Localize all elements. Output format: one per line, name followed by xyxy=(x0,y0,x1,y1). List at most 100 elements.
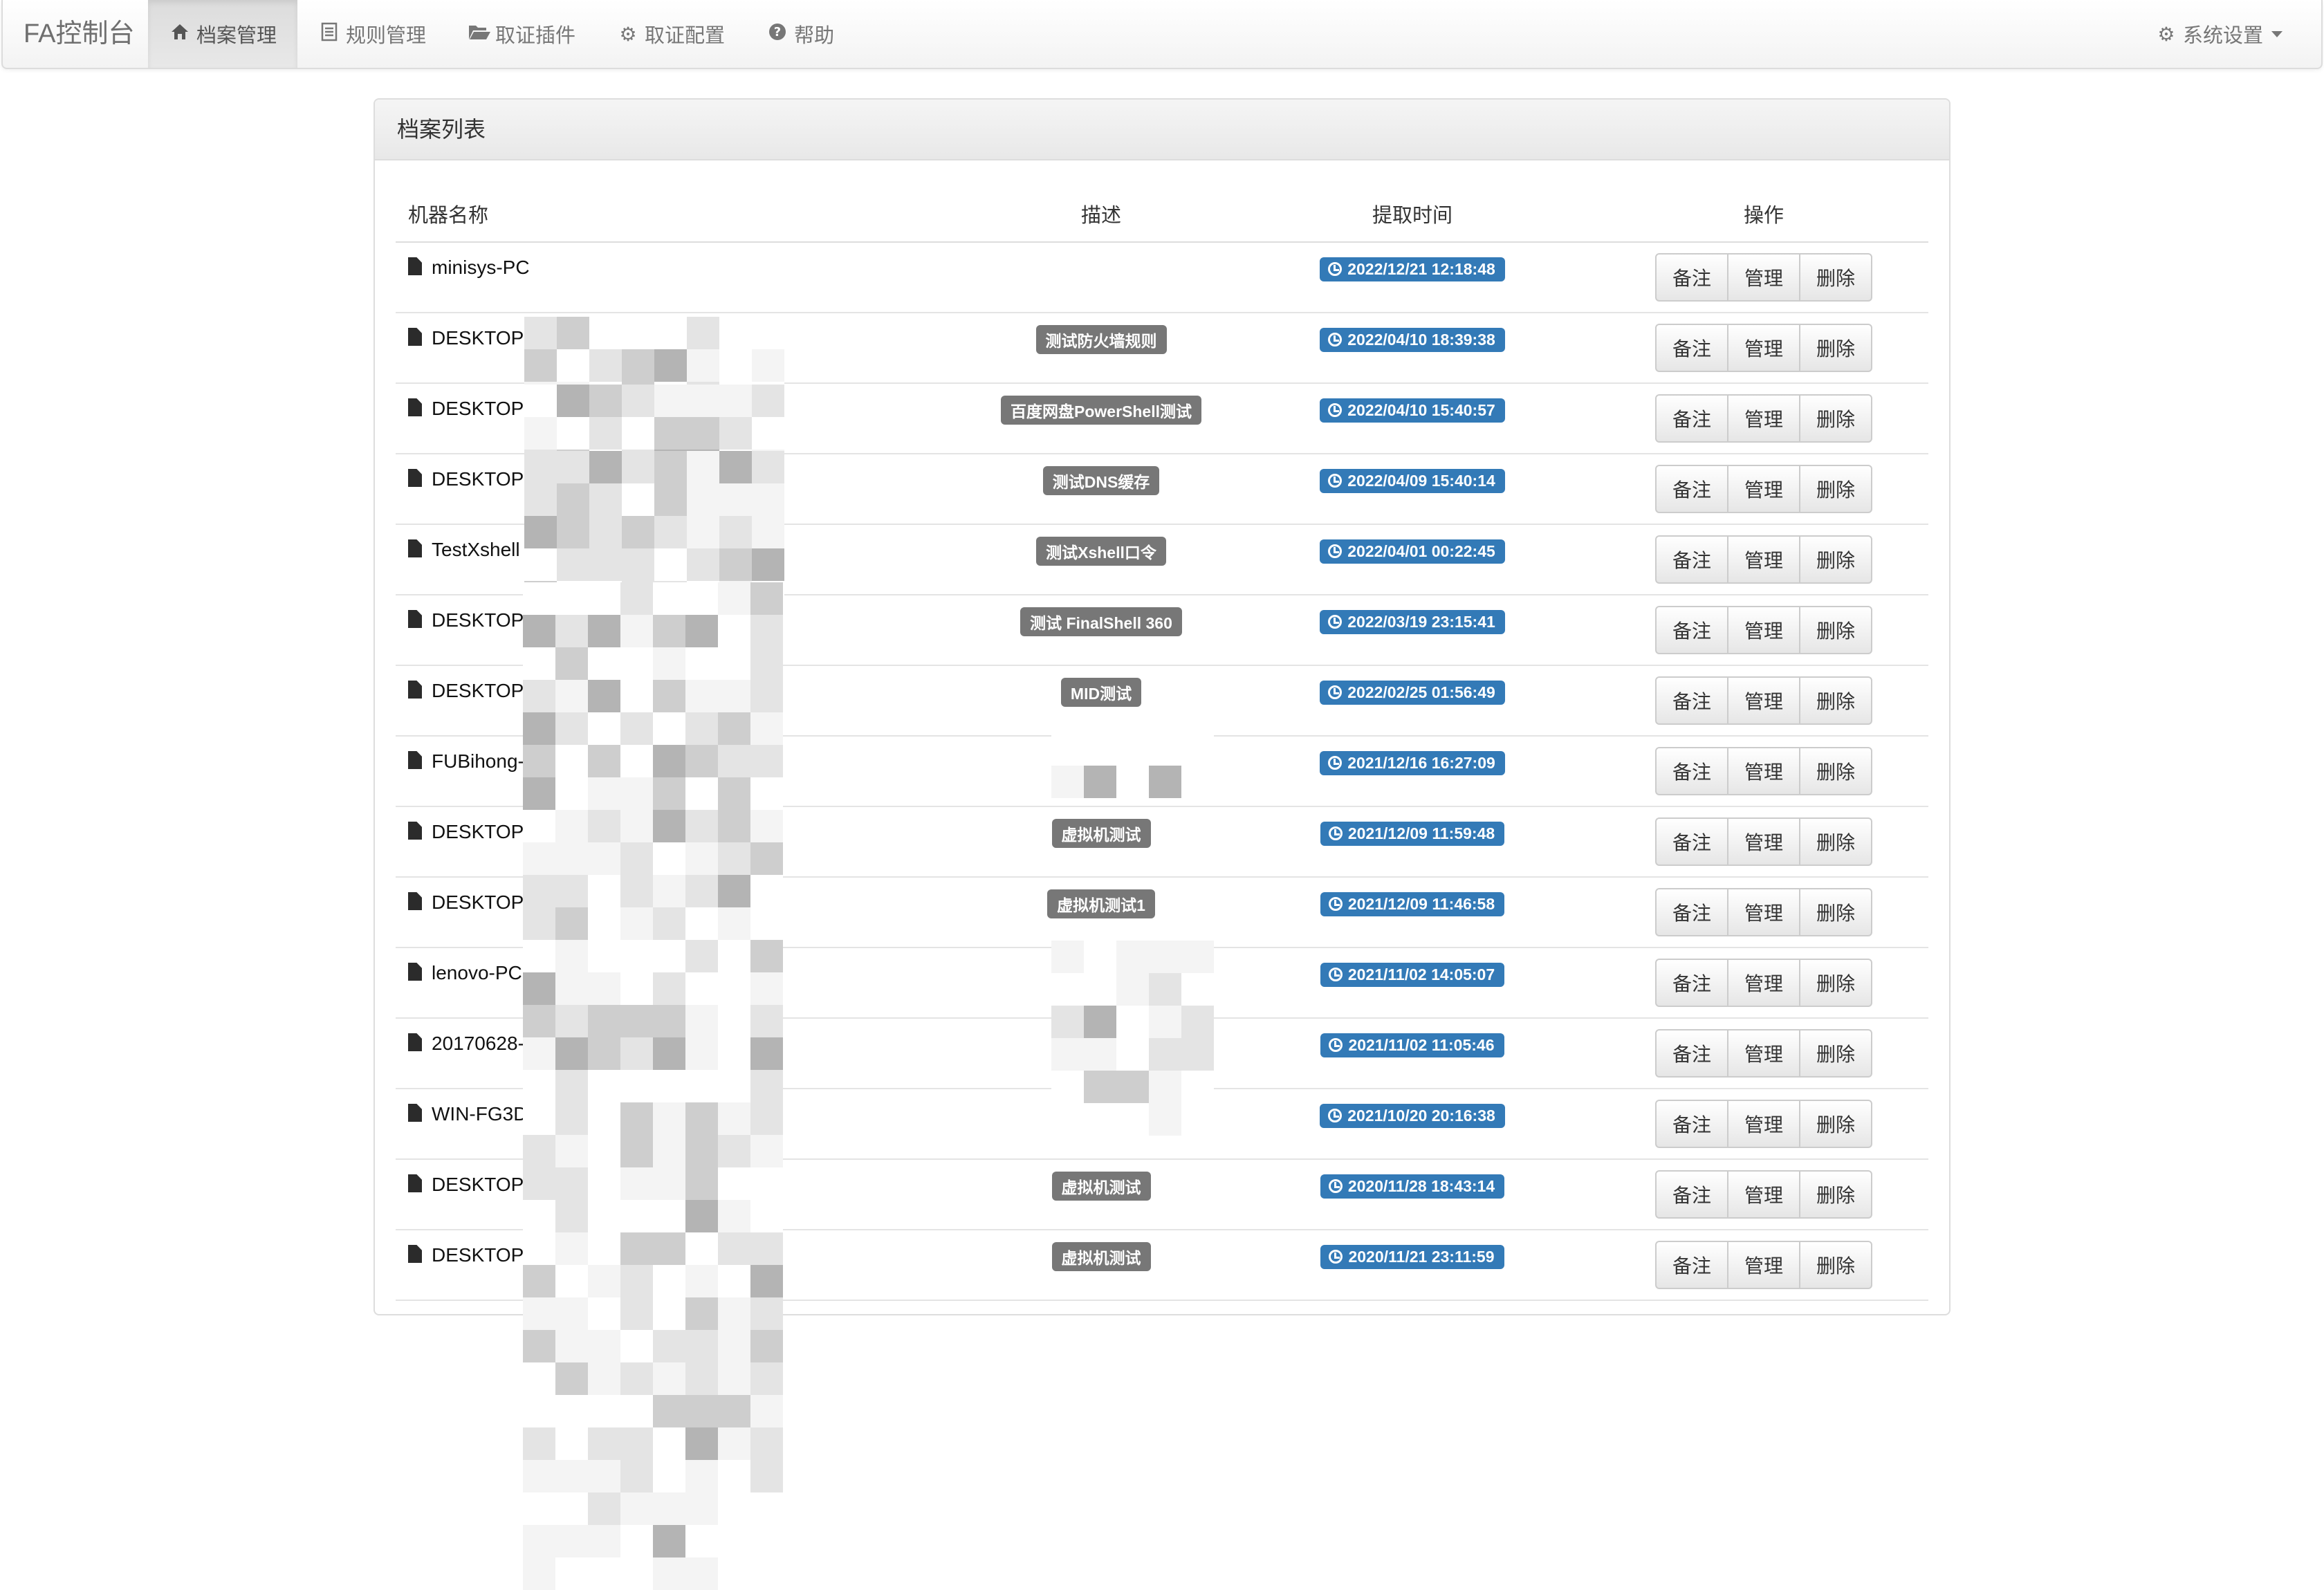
manage-button[interactable]: 管理 xyxy=(1727,888,1800,936)
delete-button[interactable]: 删除 xyxy=(1799,1100,1872,1148)
nav-item-rules[interactable]: 规则管理 xyxy=(297,0,447,68)
delete-button[interactable]: 删除 xyxy=(1799,1241,1872,1289)
file-icon xyxy=(408,398,422,416)
delete-button[interactable]: 删除 xyxy=(1799,535,1872,584)
nav-label: 帮助 xyxy=(794,25,835,47)
note-button[interactable]: 备注 xyxy=(1655,465,1728,513)
machine-name-cell: FUBihong- xyxy=(396,736,977,807)
panel-title: 档案列表 xyxy=(375,100,1949,160)
time-badge: 2021/10/20 20:16:38 xyxy=(1320,1103,1505,1128)
file-icon xyxy=(408,822,422,840)
delete-button[interactable]: 删除 xyxy=(1799,1029,1872,1078)
manage-button[interactable]: 管理 xyxy=(1727,1241,1800,1289)
time-text: 2022/12/21 12:18:48 xyxy=(1347,259,1495,278)
note-button[interactable]: 备注 xyxy=(1655,747,1728,795)
note-button[interactable]: 备注 xyxy=(1655,888,1728,936)
manage-button[interactable]: 管理 xyxy=(1727,1029,1800,1078)
delete-button[interactable]: 删除 xyxy=(1799,324,1872,372)
manage-button[interactable]: 管理 xyxy=(1727,959,1800,1007)
delete-button[interactable]: 删除 xyxy=(1799,959,1872,1007)
note-button[interactable]: 备注 xyxy=(1655,1241,1728,1289)
table-row: DESKTOP-4 测试防火墙规则 2022/04/10 18:39:38 备注 管理删… xyxy=(396,313,1928,384)
action-button-group: 备注 管理 删除 xyxy=(1655,888,1872,936)
note-button[interactable]: 备注 xyxy=(1655,324,1728,372)
archive-list-panel: 档案列表 机器名称 描述 提取时间 操作 minisys-PC 2022/12/2… xyxy=(374,98,1950,1315)
note-button[interactable]: 备注 xyxy=(1655,676,1728,725)
table-row: DESKTOP- 测试 FinalShell 360 2022/03/19 23:1… xyxy=(396,595,1928,666)
description-badge: 虚拟机测试 xyxy=(1051,819,1151,848)
file-icon xyxy=(408,539,422,557)
caret-down-icon xyxy=(2271,30,2282,37)
delete-button[interactable]: 删除 xyxy=(1799,253,1872,302)
table-row: DESKTOP- MID测试 2022/02/25 01:56:49 备注 管理 删除 xyxy=(396,665,1928,737)
brand-logo[interactable]: FA控制台 xyxy=(24,0,134,68)
manage-button[interactable]: 管理 xyxy=(1727,676,1800,725)
description-cell: 测试 FinalShell 360 xyxy=(977,595,1226,666)
file-icon xyxy=(408,1033,422,1051)
file-icon xyxy=(408,1174,422,1192)
description-badge: 百度网盘PowerShell测试 xyxy=(1001,396,1201,425)
delete-button[interactable]: 删除 xyxy=(1799,1170,1872,1219)
manage-button[interactable]: 管理 xyxy=(1727,324,1800,372)
time-badge: 2021/11/02 14:05:07 xyxy=(1320,962,1505,987)
extract-time-cell: 2021/12/09 11:59:48 xyxy=(1226,806,1599,878)
delete-button[interactable]: 删除 xyxy=(1799,394,1872,443)
time-badge: 2021/12/09 11:46:58 xyxy=(1320,891,1505,916)
delete-button[interactable]: 删除 xyxy=(1799,817,1872,866)
machine-name-cell: DESKTOP- xyxy=(396,1159,977,1230)
description-cell: 百度网盘PowerShell测试 xyxy=(977,383,1226,454)
manage-button[interactable]: 管理 xyxy=(1727,747,1800,795)
actions-cell: 备注 管理 删除 xyxy=(1599,524,1928,595)
actions-cell: 备注 管理 删除 xyxy=(1599,877,1928,948)
delete-button[interactable]: 删除 xyxy=(1799,676,1872,725)
delete-button[interactable]: 删除 xyxy=(1799,888,1872,936)
note-button[interactable]: 备注 xyxy=(1655,394,1728,443)
table-row: DESKTOP- 虚拟机测试 2020/11/21 23:11:59 备注 管理 删除 xyxy=(396,1230,1928,1301)
note-button[interactable]: 备注 xyxy=(1655,817,1728,866)
nav-item-config[interactable]: ⚙ 取证配置 xyxy=(596,0,746,68)
note-button[interactable]: 备注 xyxy=(1655,959,1728,1007)
delete-button[interactable]: 删除 xyxy=(1799,465,1872,513)
manage-button[interactable]: 管理 xyxy=(1727,817,1800,866)
manage-button[interactable]: 管理 xyxy=(1727,465,1800,513)
manage-button[interactable]: 管理 xyxy=(1727,253,1800,302)
manage-button[interactable]: 管理 xyxy=(1727,1100,1800,1148)
clock-icon xyxy=(1328,332,1343,346)
nav-item-archives[interactable]: 档案管理 xyxy=(148,0,298,68)
note-button[interactable]: 备注 xyxy=(1655,253,1728,302)
clock-icon xyxy=(1328,967,1343,981)
note-button[interactable]: 备注 xyxy=(1655,1100,1728,1148)
delete-button[interactable]: 删除 xyxy=(1799,606,1872,654)
description-cell: 虚拟机测试1 xyxy=(977,877,1226,948)
svg-text:?: ? xyxy=(774,25,781,39)
action-button-group: 备注 管理 删除 xyxy=(1655,817,1872,866)
action-button-group: 备注 管理 删除 xyxy=(1655,959,1872,1007)
delete-button[interactable]: 删除 xyxy=(1799,747,1872,795)
note-button[interactable]: 备注 xyxy=(1655,606,1728,654)
manage-button[interactable]: 管理 xyxy=(1727,1170,1800,1219)
nav-item-plugins[interactable]: 取证插件 xyxy=(447,0,596,68)
home-icon xyxy=(169,23,191,46)
manage-button[interactable]: 管理 xyxy=(1727,535,1800,584)
note-button[interactable]: 备注 xyxy=(1655,1170,1728,1219)
clock-icon xyxy=(1328,473,1343,488)
system-settings-dropdown[interactable]: ⚙ 系统设置 xyxy=(2155,0,2282,68)
extract-time-cell: 2022/02/25 01:56:49 xyxy=(1226,665,1599,737)
description-cell: 虚拟机测试 xyxy=(977,1159,1226,1230)
machine-name-cell: DESKTOP-9 xyxy=(396,454,977,525)
manage-button[interactable]: 管理 xyxy=(1727,394,1800,443)
file-icon xyxy=(408,610,422,628)
manage-button[interactable]: 管理 xyxy=(1727,606,1800,654)
note-button[interactable]: 备注 xyxy=(1655,535,1728,584)
nav-item-help[interactable]: ? 帮助 xyxy=(746,0,855,68)
description-badge: MID测试 xyxy=(1060,678,1142,707)
machine-name-cell: TestXshell xyxy=(396,524,977,595)
actions-cell: 备注 管理 删除 xyxy=(1599,313,1928,384)
time-text: 2021/10/20 20:16:38 xyxy=(1347,1106,1495,1125)
note-button[interactable]: 备注 xyxy=(1655,1029,1728,1078)
time-badge: 2020/11/21 23:11:59 xyxy=(1320,1244,1504,1269)
extract-time-cell: 2021/11/02 11:05:46 xyxy=(1226,1018,1599,1089)
file-icon xyxy=(408,681,422,699)
table-row: DESKTOP- 虚拟机测试1 2021/12/09 11:46:58 备注 管理 删除 xyxy=(396,877,1928,948)
time-text: 2022/04/10 18:39:38 xyxy=(1347,330,1495,349)
